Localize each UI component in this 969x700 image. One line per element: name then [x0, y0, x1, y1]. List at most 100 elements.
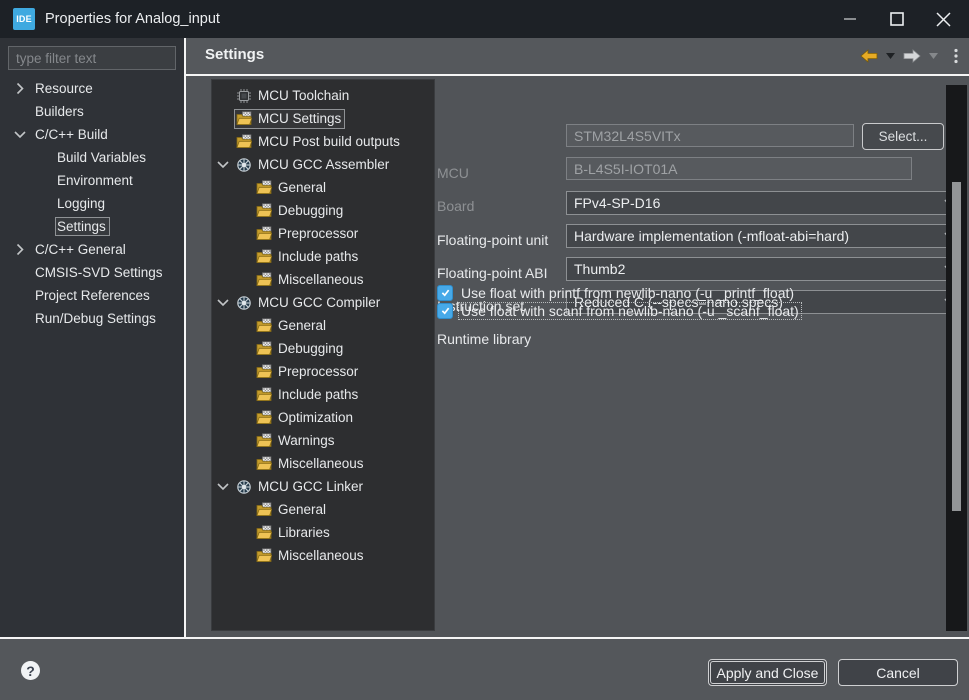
printf-float-checkbox-label[interactable]: Use float with printf from newlib-nano (… — [459, 285, 796, 301]
settings-pane: Settings — [186, 38, 969, 637]
tool-item-label: General — [278, 318, 326, 333]
forward-button[interactable] — [901, 44, 923, 68]
tool-item-include-paths[interactable]: Include paths — [212, 383, 434, 406]
scanf-float-checkbox[interactable] — [437, 303, 453, 319]
sidebar-item-label: Environment — [57, 173, 133, 188]
folder-icon — [256, 548, 272, 564]
floating-point-abi-select[interactable]: Hardware implementation (-mfloat-abi=har… — [566, 224, 962, 248]
category-tree: Resource Builders C/C++ BuildBuild Variabl… — [0, 77, 184, 330]
folder-icon — [256, 272, 272, 288]
mcu-value-field — [566, 124, 854, 147]
folder-icon — [256, 249, 272, 265]
chevron-collapsed-icon[interactable] — [14, 82, 27, 95]
view-menu-button[interactable] — [952, 44, 960, 68]
mcu-select-button[interactable]: Select... — [862, 123, 944, 150]
folder-icon — [256, 502, 272, 518]
tool-item-debugging[interactable]: Debugging — [212, 199, 434, 222]
tool-item-label: Preprocessor — [278, 226, 358, 241]
chevron-expanded-icon[interactable] — [14, 128, 27, 141]
sidebar-item-project-references[interactable]: Project References — [0, 284, 184, 307]
chevron-expanded-icon[interactable] — [217, 480, 230, 493]
sidebar-item-label: Logging — [57, 196, 105, 211]
filter-input[interactable] — [8, 46, 176, 70]
tool-item-include-paths[interactable]: Include paths — [212, 245, 434, 268]
tool-item-general[interactable]: General — [212, 314, 434, 337]
chevron-expanded-icon[interactable] — [217, 296, 230, 309]
sidebar-item-resource[interactable]: Resource — [0, 77, 184, 100]
floating-point-unit-select[interactable]: FPv4-SP-D16 — [566, 191, 962, 215]
back-button[interactable] — [858, 44, 880, 68]
folder-icon — [256, 203, 272, 219]
sidebar-item-builders[interactable]: Builders — [0, 100, 184, 123]
folder-icon — [256, 525, 272, 541]
chevron-collapsed-icon[interactable] — [14, 243, 27, 256]
folder-icon — [256, 341, 272, 357]
tool-item-debugging[interactable]: Debugging — [212, 337, 434, 360]
apply-and-close-button[interactable]: Apply and Close — [708, 659, 827, 686]
tool-item-label: Debugging — [278, 203, 343, 218]
tool-item-libraries[interactable]: Libraries — [212, 521, 434, 544]
runtime-library-label: Runtime library — [437, 331, 531, 347]
sidebar-item-label: CMSIS-SVD Settings — [35, 265, 163, 280]
forward-arrow-icon — [903, 49, 921, 63]
tool-item-general[interactable]: General — [212, 176, 434, 199]
tool-item-label: Preprocessor — [278, 364, 358, 379]
help-button[interactable]: ? — [21, 661, 40, 680]
tool-item-mcu-post-build-outputs[interactable]: MCU Post build outputs — [212, 130, 434, 153]
sidebar-item-build-variables[interactable]: Build Variables — [0, 146, 184, 169]
tool-item-mcu-gcc-assembler[interactable]: MCU GCC Assembler — [212, 153, 434, 176]
tool-item-label: MCU Toolchain — [258, 88, 349, 103]
sidebar-item-environment[interactable]: Environment — [0, 169, 184, 192]
tool-item-mcu-settings[interactable]: MCU Settings — [212, 107, 434, 130]
tool-item-label: Libraries — [278, 525, 330, 540]
scrollbar-thumb[interactable] — [952, 182, 961, 511]
maximize-button[interactable] — [873, 0, 920, 38]
tool-item-preprocessor[interactable]: Preprocessor — [212, 222, 434, 245]
tool-item-miscellaneous[interactable]: Miscellaneous — [212, 452, 434, 475]
tool-item-mcu-gcc-linker[interactable]: MCU GCC Linker — [212, 475, 434, 498]
tool-item-label: General — [278, 180, 326, 195]
tool-item-label: MCU GCC Assembler — [258, 157, 389, 172]
tool-item-mcu-toolchain[interactable]: MCU Toolchain — [212, 84, 434, 107]
tool-item-mcu-gcc-compiler[interactable]: MCU GCC Compiler — [212, 291, 434, 314]
titlebar: IDE Properties for Analog_input — [0, 0, 969, 38]
wheel-icon — [236, 479, 252, 495]
sidebar-item-c-c-build[interactable]: C/C++ Build — [0, 123, 184, 146]
forward-history-menu[interactable] — [927, 44, 940, 68]
sidebar-item-label: Project References — [35, 288, 150, 303]
sidebar-item-c-c-general[interactable]: C/C++ General — [0, 238, 184, 261]
sidebar-item-settings[interactable]: Settings — [0, 215, 184, 238]
tool-item-label: Debugging — [278, 341, 343, 356]
floating-point-unit-label: Floating-point unit — [437, 232, 548, 248]
close-button[interactable] — [920, 0, 967, 38]
scanf-float-checkbox-label[interactable]: Use float with scanf from newlib-nano (-… — [459, 303, 801, 319]
cancel-button[interactable]: Cancel — [838, 659, 958, 686]
tool-item-miscellaneous[interactable]: Miscellaneous — [212, 268, 434, 291]
tool-item-preprocessor[interactable]: Preprocessor — [212, 360, 434, 383]
tool-item-general[interactable]: General — [212, 498, 434, 521]
sidebar-item-logging[interactable]: Logging — [0, 192, 184, 215]
chevron-down-icon — [886, 53, 895, 59]
vertical-scrollbar[interactable] — [946, 85, 967, 631]
tool-item-warnings[interactable]: Warnings — [212, 429, 434, 452]
back-history-menu[interactable] — [884, 44, 897, 68]
sidebar-item-run-debug-settings[interactable]: Run/Debug Settings — [0, 307, 184, 330]
chevron-expanded-icon[interactable] — [217, 158, 230, 171]
folder-icon — [256, 433, 272, 449]
printf-float-checkbox[interactable] — [437, 285, 453, 301]
tool-item-label: Miscellaneous — [278, 456, 364, 471]
tool-item-label: Include paths — [278, 249, 358, 264]
tool-item-optimization[interactable]: Optimization — [212, 406, 434, 429]
overflow-menu-icon — [954, 48, 958, 64]
folder-icon — [256, 364, 272, 380]
checkmark-icon — [440, 287, 451, 298]
mcu-label: MCU — [437, 165, 469, 181]
board-value-field — [566, 157, 912, 180]
floating-point-abi-label: Floating-point ABI — [437, 265, 548, 281]
tool-item-miscellaneous[interactable]: Miscellaneous — [212, 544, 434, 567]
sidebar-item-label: Builders — [35, 104, 84, 119]
tool-item-label: MCU Post build outputs — [258, 134, 400, 149]
sidebar-item-cmsis-svd-settings[interactable]: CMSIS-SVD Settings — [0, 261, 184, 284]
instruction-set-select[interactable]: Thumb2 — [566, 257, 962, 281]
minimize-button[interactable] — [826, 0, 873, 38]
